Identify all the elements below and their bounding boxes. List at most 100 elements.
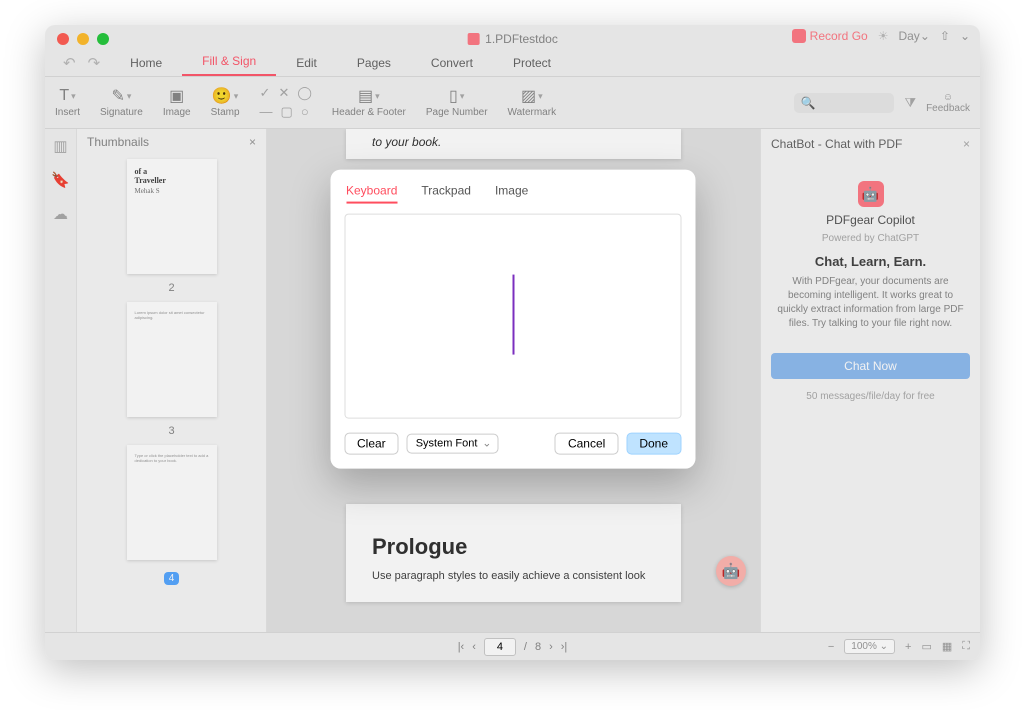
- x-icon[interactable]: ✕: [278, 85, 289, 101]
- minimize-window[interactable]: [77, 33, 89, 45]
- tab-pages[interactable]: Pages: [337, 52, 411, 76]
- more-icon[interactable]: ⌄: [960, 29, 970, 43]
- window-controls: [57, 33, 109, 45]
- ribbon-tabs: ↶ ↷ Home Fill & Sign Edit Pages Convert …: [45, 53, 980, 77]
- chat-close[interactable]: ×: [963, 137, 970, 151]
- copilot-note: 50 messages/file/day for free: [806, 391, 934, 402]
- prologue-body: Use paragraph styles to easily achieve a…: [372, 570, 655, 582]
- watermark-icon: ▨: [521, 86, 536, 106]
- tab-fill-sign[interactable]: Fill & Sign: [182, 50, 276, 76]
- page-nav: |‹ ‹ / 8 › ›|: [458, 638, 568, 656]
- nav-last[interactable]: ›|: [561, 641, 568, 653]
- thumbnail-page-2[interactable]: Lorem ipsum dolor sit amet consectetur a…: [127, 302, 217, 417]
- modal-tab-keyboard[interactable]: Keyboard: [346, 183, 397, 203]
- feedback-button[interactable]: ☺ Feedback: [926, 92, 970, 114]
- image-icon: ▣: [169, 86, 184, 106]
- tool-header-footer[interactable]: ▤▾ Header & Footer: [332, 87, 406, 118]
- tab-home[interactable]: Home: [110, 52, 182, 76]
- search-input[interactable]: 🔍: [794, 93, 894, 113]
- line-icon[interactable]: —: [260, 104, 273, 120]
- tool-shapes: ✓ ✕ ◯ — ▢ ○: [260, 85, 312, 120]
- share-icon[interactable]: ⇧: [940, 29, 950, 43]
- tool-insert[interactable]: T▾ Insert: [55, 87, 80, 118]
- chat-now-button[interactable]: Chat Now: [771, 353, 970, 379]
- thumbnails-title: Thumbnails: [87, 135, 149, 149]
- modal-tab-trackpad[interactable]: Trackpad: [421, 183, 471, 203]
- page-number-2: 2: [168, 282, 174, 294]
- undo-redo: ↶ ↷: [53, 54, 110, 76]
- copilot-sub: Powered by ChatGPT: [822, 233, 919, 244]
- theme-select[interactable]: Day⌄: [898, 29, 929, 43]
- rail-thumbnails-icon[interactable]: ▥: [53, 137, 67, 155]
- page-input[interactable]: [484, 638, 516, 656]
- font-select[interactable]: System Font: [407, 433, 499, 453]
- tool-signature[interactable]: ✎▾ Signature: [100, 87, 143, 118]
- record-label: Record Go: [810, 29, 868, 43]
- theme-icon[interactable]: ☀: [878, 29, 889, 43]
- cancel-button[interactable]: Cancel: [555, 432, 618, 454]
- tool-image[interactable]: ▣ Image: [163, 87, 191, 118]
- titlebar: 1.PDFtestdoc Record Go ☀ Day⌄ ⇧ ⌄: [45, 25, 980, 53]
- tab-convert[interactable]: Convert: [411, 52, 493, 76]
- tab-protect[interactable]: Protect: [493, 52, 571, 76]
- modal-tab-image[interactable]: Image: [495, 183, 528, 203]
- signature-canvas[interactable]: [344, 213, 681, 418]
- thumbnails-panel: Thumbnails × of a Traveller Mehak S 2 Lo…: [77, 129, 267, 632]
- square-icon[interactable]: ▢: [281, 104, 293, 120]
- window-title: 1.PDFtestdoc: [467, 32, 558, 46]
- copilot-headline: Chat, Learn, Earn.: [815, 254, 926, 269]
- zoom-out-icon[interactable]: −: [828, 641, 834, 653]
- page-prologue: Prologue Use paragraph styles to easily …: [346, 504, 681, 602]
- prologue-heading: Prologue: [372, 534, 655, 560]
- thumbnail-page-1[interactable]: of a Traveller Mehak S: [127, 159, 217, 274]
- maximize-window[interactable]: [97, 33, 109, 45]
- tool-watermark[interactable]: ▨▾ Watermark: [508, 87, 557, 118]
- modal-tabs: Keyboard Trackpad Image: [344, 183, 681, 209]
- page-sep: /: [524, 641, 527, 653]
- thumbnails-close[interactable]: ×: [249, 135, 256, 149]
- view-single-icon[interactable]: ▭: [921, 640, 931, 653]
- nav-prev[interactable]: ‹: [472, 641, 476, 653]
- stamp-icon: 🙂: [212, 86, 232, 106]
- bot-icon: 🤖: [858, 181, 884, 207]
- zoom-level[interactable]: 100% ⌄: [844, 639, 895, 654]
- record-icon: [792, 29, 806, 43]
- filter-icon[interactable]: ⧩: [904, 95, 916, 111]
- nav-first[interactable]: |‹: [458, 641, 465, 653]
- circle-icon[interactable]: ○: [301, 104, 309, 120]
- window-title-text: 1.PDFtestdoc: [485, 32, 558, 46]
- undo-button[interactable]: ↶: [63, 54, 76, 72]
- current-page-badge: 4: [164, 572, 180, 585]
- clear-button[interactable]: Clear: [344, 432, 399, 454]
- thumbnail-page-3[interactable]: Type or click the placeholder text to ad…: [127, 445, 217, 560]
- page-number-3: 3: [168, 425, 174, 437]
- pdf-icon: [467, 33, 479, 45]
- copilot-title: PDFgear Copilot: [826, 213, 915, 227]
- rail-attachments-icon[interactable]: ☁: [53, 205, 68, 223]
- floating-bot-button[interactable]: 🤖: [716, 556, 746, 586]
- feedback-icon: ☺: [943, 92, 953, 103]
- record-button[interactable]: Record Go: [792, 29, 868, 43]
- close-window[interactable]: [57, 33, 69, 45]
- zoom-in-icon[interactable]: +: [905, 641, 911, 653]
- signature-modal: Keyboard Trackpad Image Clear System Fon…: [330, 169, 695, 468]
- chat-title: ChatBot - Chat with PDF: [771, 137, 902, 151]
- page-total: 8: [535, 641, 541, 653]
- chat-panel: ChatBot - Chat with PDF × 🤖 PDFgear Copi…: [760, 129, 980, 632]
- tool-page-number[interactable]: ▯▾ Page Number: [426, 87, 488, 118]
- view-full-icon[interactable]: ⛶: [962, 640, 970, 653]
- toolbar-right: 🔍 ⧩ ☺ Feedback: [794, 92, 970, 114]
- tool-stamp[interactable]: 🙂▾ Stamp: [211, 87, 240, 118]
- check-icon[interactable]: ✓: [260, 85, 271, 101]
- tab-edit[interactable]: Edit: [276, 52, 337, 76]
- oval-icon[interactable]: ◯: [297, 85, 312, 101]
- nav-next[interactable]: ›: [549, 641, 553, 653]
- page-number-icon: ▯: [449, 86, 458, 106]
- toolbar: T▾ Insert ✎▾ Signature ▣ Image 🙂▾ Stamp …: [45, 77, 980, 129]
- redo-button[interactable]: ↷: [88, 54, 101, 72]
- text-icon: T: [59, 87, 69, 105]
- rail-bookmarks-icon[interactable]: 🔖: [51, 171, 70, 189]
- signature-icon: ✎: [111, 86, 124, 106]
- done-button[interactable]: Done: [626, 432, 681, 454]
- view-grid-icon[interactable]: ▦: [942, 640, 952, 653]
